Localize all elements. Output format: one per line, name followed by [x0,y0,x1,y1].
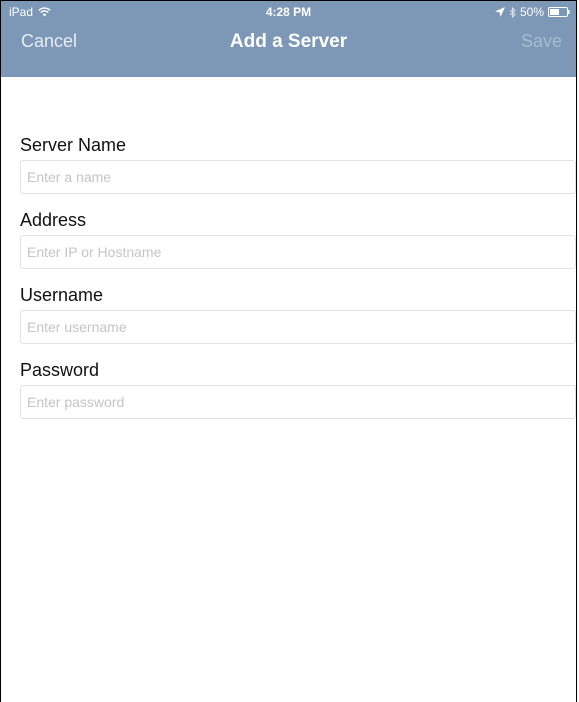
bluetooth-icon [509,6,516,18]
battery-percent: 50% [519,5,544,19]
address-field: Address [1,208,576,269]
address-label: Address [20,210,87,230]
password-field: Password [1,358,576,419]
server-name-label: Server Name [20,135,127,155]
save-button[interactable]: Save [521,31,562,52]
password-input[interactable] [20,385,576,419]
top-bar: iPad 4:28 PM 50% Cancel Add a Server Sav… [1,1,576,77]
server-form: Server Name Address Username Password [1,77,576,419]
username-input[interactable] [20,310,576,344]
username-field: Username [1,283,576,344]
username-label: Username [20,285,104,305]
server-name-input[interactable] [20,160,576,194]
battery-icon [548,7,570,17]
password-label: Password [20,360,100,380]
navigation-bar: Cancel Add a Server Save [1,23,576,77]
address-input[interactable] [20,235,576,269]
server-name-field: Server Name [1,133,576,194]
page-title: Add a Server [229,31,348,52]
status-right: 50% [494,5,570,19]
location-arrow-icon [494,7,505,17]
app-window: iPad 4:28 PM 50% Cancel Add a Server Sav… [0,0,577,702]
status-time: 4:28 PM [265,5,312,19]
status-bar: iPad 4:28 PM 50% [1,1,576,23]
